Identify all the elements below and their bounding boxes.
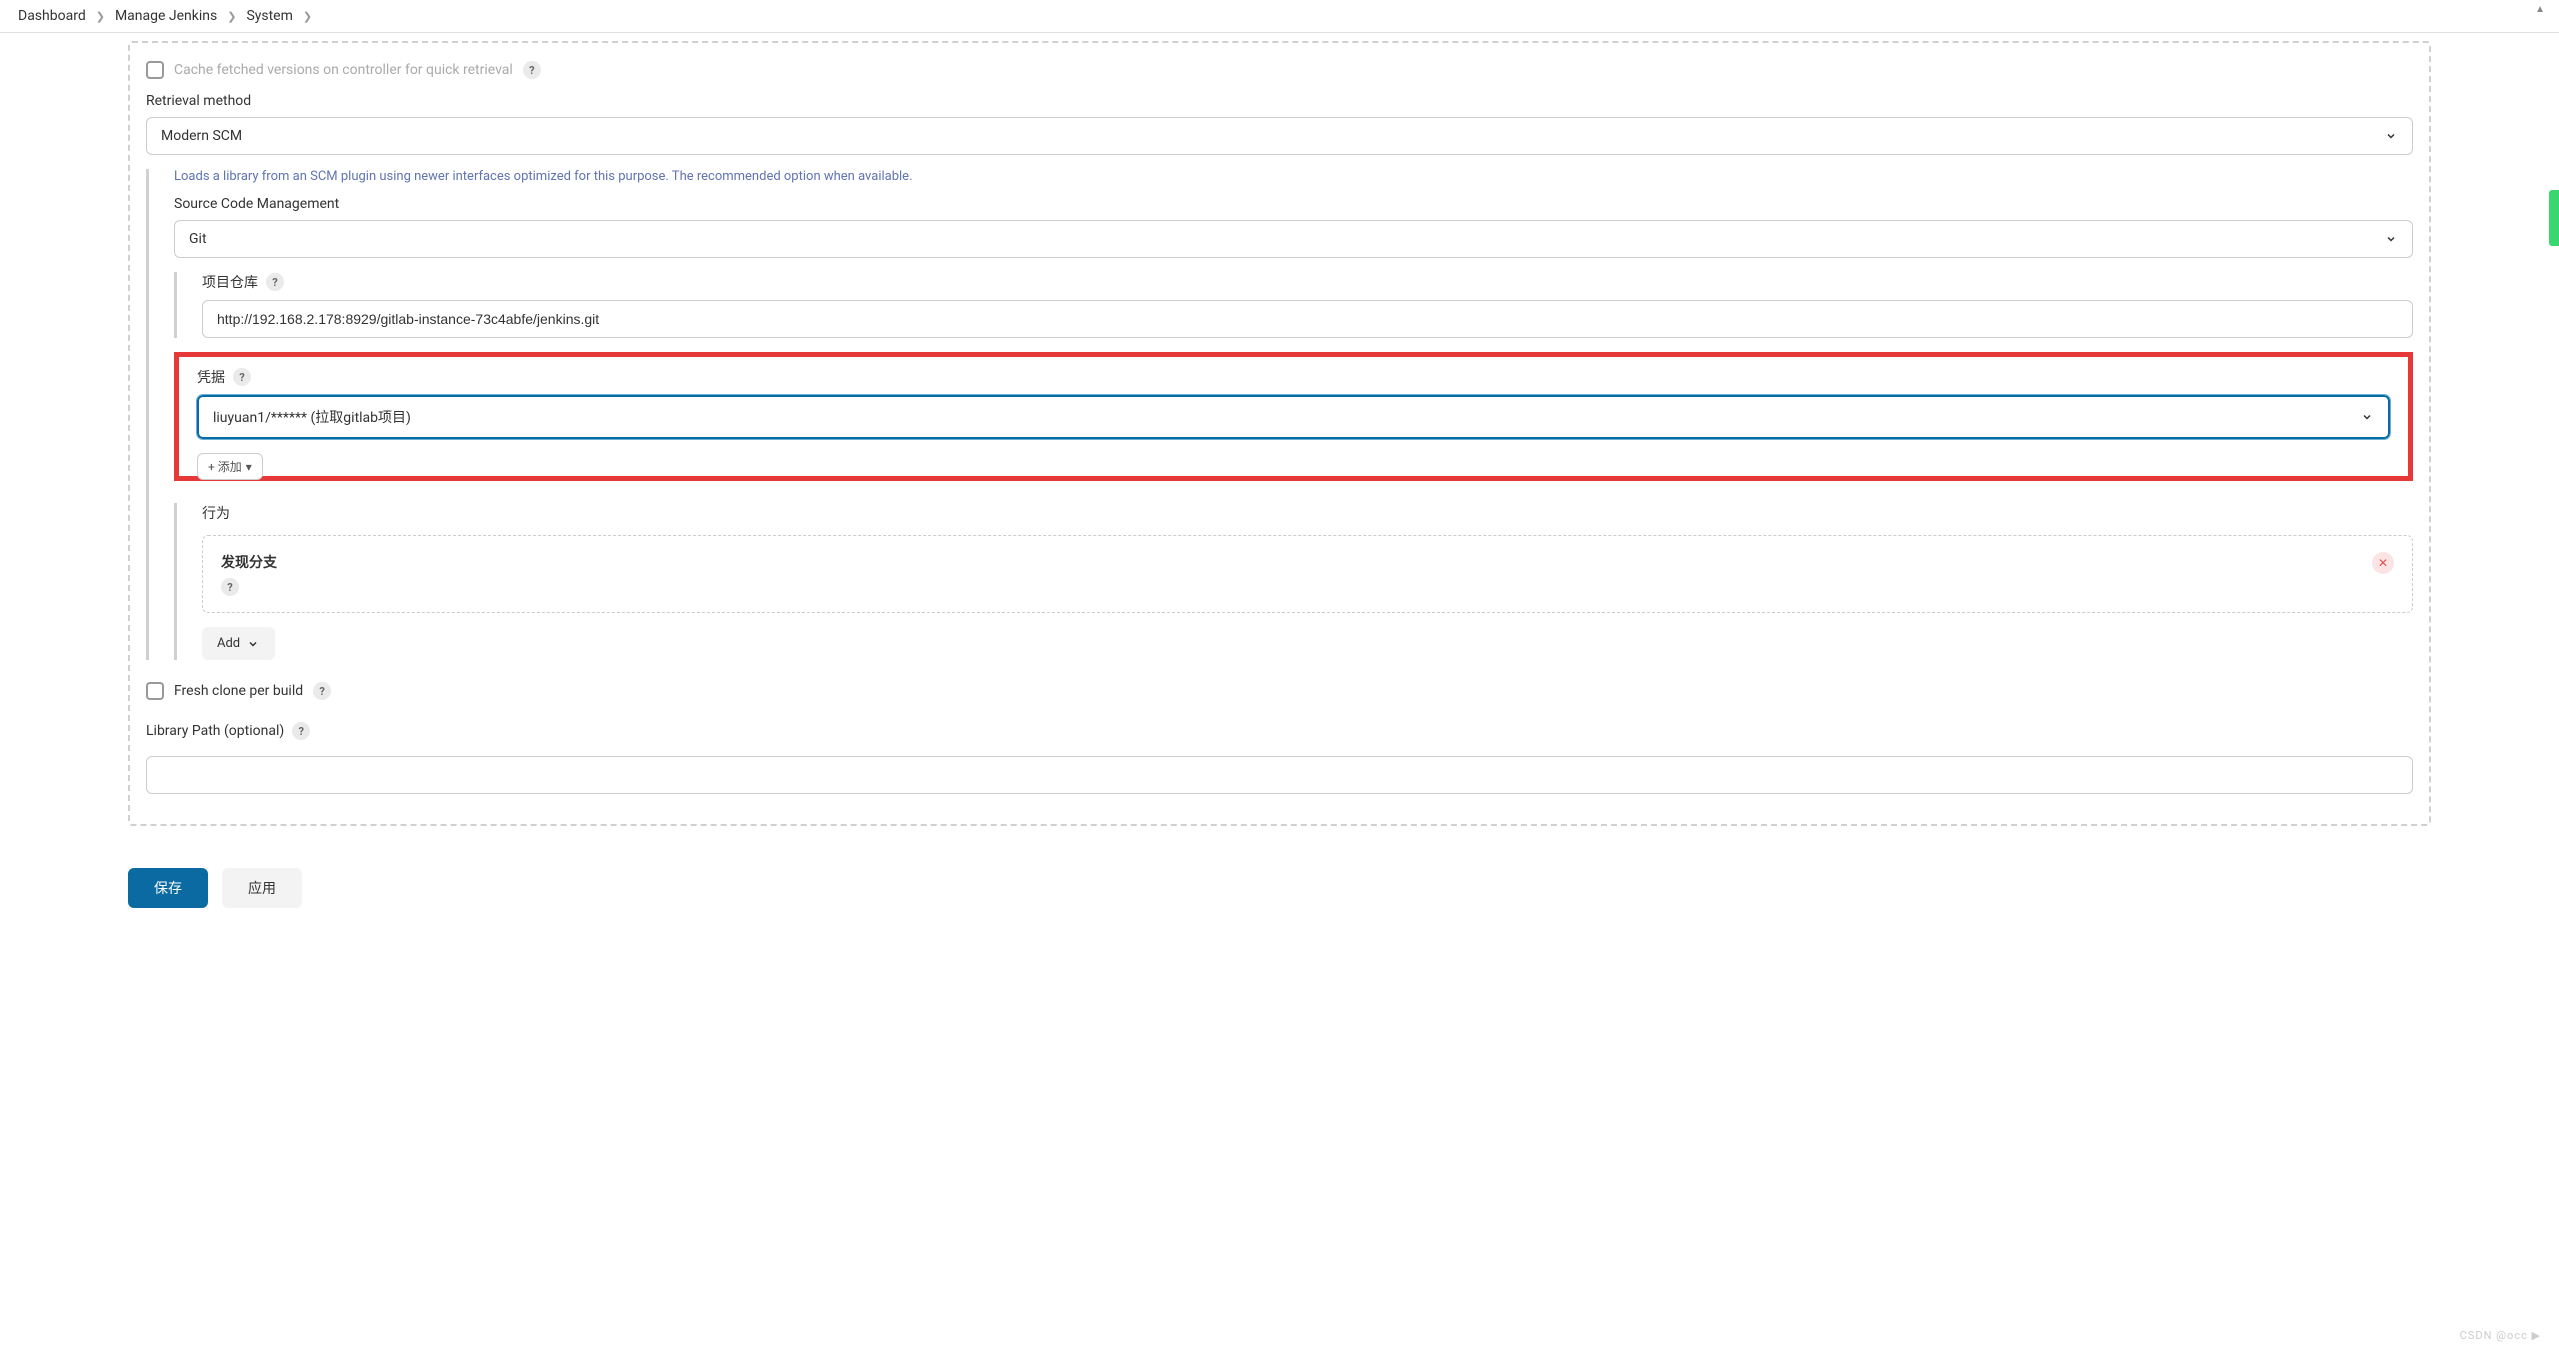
main-content: Cache fetched versions on controller for… <box>0 41 2559 928</box>
bottom-actions: 保存 应用 <box>128 850 2431 928</box>
library-path-label: Library Path (optional) ? <box>146 722 2413 740</box>
breadcrumb-dashboard[interactable]: Dashboard <box>18 8 86 24</box>
help-icon[interactable]: ? <box>233 368 251 386</box>
credentials-highlight: 凭据 ? liuyuan1/****** (拉取gitlab项目) + 添加 ▾ <box>174 352 2413 481</box>
apply-button[interactable]: 应用 <box>222 868 302 908</box>
chevron-right-icon: ❯ <box>303 10 312 23</box>
add-credentials-button[interactable]: + 添加 ▾ <box>197 453 263 480</box>
library-section: Cache fetched versions on controller for… <box>128 41 2431 826</box>
retrieval-method-select[interactable]: Modern SCM <box>146 117 2413 155</box>
scm-label: Source Code Management <box>174 196 2413 212</box>
chevron-down-icon <box>2360 410 2374 424</box>
help-icon[interactable]: ? <box>221 578 239 596</box>
help-icon[interactable]: ? <box>292 722 310 740</box>
add-behavior-button[interactable]: Add <box>202 627 275 660</box>
caret-down-icon: ▾ <box>246 460 252 474</box>
breadcrumb-manage-jenkins[interactable]: Manage Jenkins <box>115 8 217 24</box>
fresh-clone-row: Fresh clone per build ? <box>146 682 2413 700</box>
git-subsection: 项目仓库 ? <box>174 272 2413 338</box>
help-icon[interactable]: ? <box>266 273 284 291</box>
chevron-down-icon <box>246 637 260 651</box>
credentials-value: liuyuan1/****** (拉取gitlab项目) <box>213 407 411 427</box>
behavior-item: 发现分支 ? ✕ <box>202 535 2413 613</box>
retrieval-method-label: Retrieval method <box>146 93 2413 109</box>
cache-versions-checkbox[interactable] <box>146 61 164 79</box>
retrieval-method-value: Modern SCM <box>161 128 242 144</box>
fresh-clone-checkbox[interactable] <box>146 682 164 700</box>
side-tab[interactable] <box>2549 190 2559 246</box>
library-path-input[interactable] <box>146 756 2413 794</box>
cache-versions-label: Cache fetched versions on controller for… <box>174 62 513 78</box>
scm-description: Loads a library from an SCM plugin using… <box>174 169 2413 184</box>
scroll-up-icon[interactable]: ▲ <box>2535 4 2545 15</box>
chevron-down-icon <box>2384 232 2398 246</box>
breadcrumb-system[interactable]: System <box>246 8 292 24</box>
watermark: CSDN @occ ▶ <box>2460 1329 2541 1342</box>
save-button[interactable]: 保存 <box>128 868 208 908</box>
cache-versions-row: Cache fetched versions on controller for… <box>146 57 2413 93</box>
breadcrumb: Dashboard ❯ Manage Jenkins ❯ System ❯ <box>0 0 2559 33</box>
credentials-select[interactable]: liuyuan1/****** (拉取gitlab项目) <box>197 395 2390 439</box>
scm-value: Git <box>189 231 207 247</box>
credentials-label: 凭据 ? <box>197 367 2390 387</box>
help-icon[interactable]: ? <box>523 61 541 79</box>
fresh-clone-label: Fresh clone per build <box>174 683 303 699</box>
scm-select[interactable]: Git <box>174 220 2413 258</box>
repo-input[interactable] <box>202 300 2413 338</box>
behaviors-subsection: 行为 发现分支 ? ✕ Add <box>174 503 2413 660</box>
behavior-title: 发现分支 <box>221 552 277 572</box>
chevron-down-icon <box>2384 129 2398 143</box>
repo-label: 项目仓库 ? <box>202 272 2413 292</box>
scm-subsection: Loads a library from an SCM plugin using… <box>146 169 2413 660</box>
chevron-right-icon: ❯ <box>96 10 105 23</box>
chevron-right-icon: ❯ <box>227 10 236 23</box>
remove-behavior-button[interactable]: ✕ <box>2372 552 2394 574</box>
behaviors-label: 行为 <box>202 503 2413 523</box>
help-icon[interactable]: ? <box>313 682 331 700</box>
